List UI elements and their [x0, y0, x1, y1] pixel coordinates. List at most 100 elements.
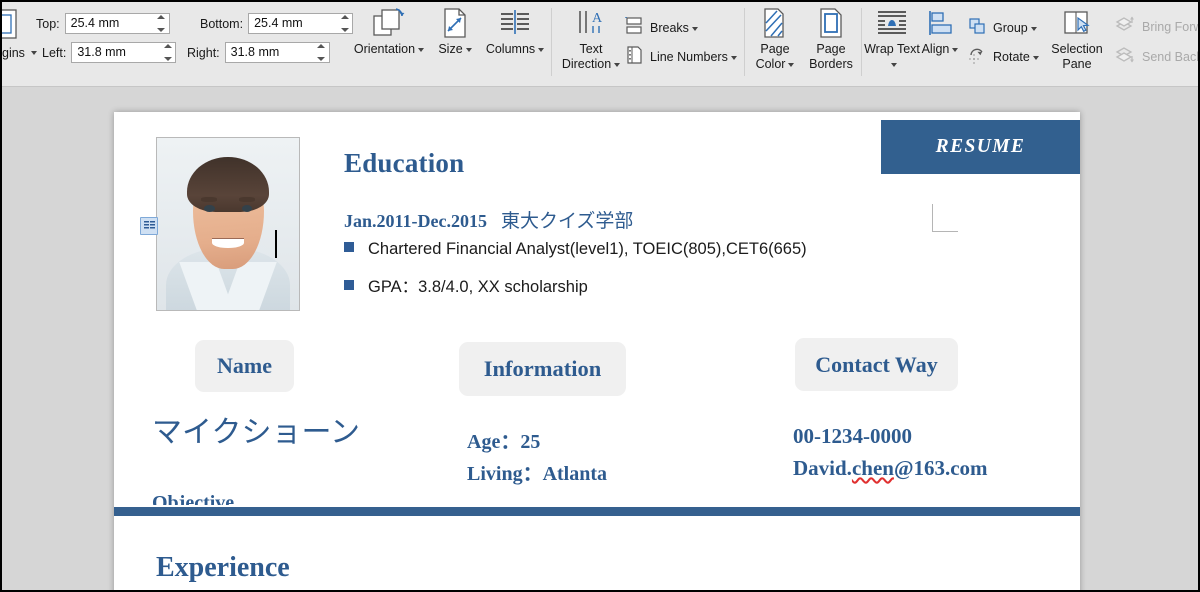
- layout-options-icon[interactable]: [140, 217, 158, 235]
- photo-mouth: [212, 237, 244, 249]
- email-misspelled-word: chen: [851, 456, 894, 480]
- right-margin-input[interactable]: 31.8 mm: [224, 42, 330, 63]
- chevron-down-icon: [730, 55, 737, 60]
- align-icon: [924, 6, 956, 40]
- rotate-button[interactable]: Rotate: [967, 45, 1039, 69]
- left-margin-stepper[interactable]: [162, 44, 173, 61]
- page-color-label: Page Color: [745, 42, 805, 72]
- send-backward-icon: [1114, 45, 1136, 70]
- send-backward-button[interactable]: Send Backw: [1114, 45, 1198, 70]
- name-section-header-label: Name: [217, 353, 272, 378]
- contact-email: David.chen@163.com: [793, 456, 988, 481]
- bottom-margin-stepper[interactable]: [339, 15, 350, 32]
- bottom-margin-value: 25.4 mm: [254, 16, 303, 30]
- margins-label-row[interactable]: gins: [2, 46, 37, 60]
- page-color-button[interactable]: Page Color: [747, 6, 803, 72]
- bottom-margin-label: Bottom:: [200, 16, 244, 31]
- contact-section-header-label: Contact Way: [815, 351, 938, 377]
- margins-button[interactable]: [2, 8, 22, 45]
- margins-label: gins: [2, 46, 25, 60]
- text-direction-label: Text Direction: [561, 42, 621, 72]
- photo-brow-left: [201, 197, 217, 202]
- columns-button[interactable]: Columns: [478, 6, 552, 57]
- right-margin-field[interactable]: Right: 31.8 mm: [187, 42, 330, 63]
- document-canvas[interactable]: RESUME Education Jan.2011-Dec.2015 東大クイズ学…: [2, 88, 1198, 590]
- chevron-down-icon: [1032, 55, 1039, 60]
- rotate-icon: [967, 45, 987, 70]
- stepper-up-icon[interactable]: [163, 44, 172, 48]
- columns-label: Columns: [486, 42, 545, 57]
- stepper-down-icon[interactable]: [157, 28, 166, 32]
- left-margin-value: 31.8 mm: [77, 45, 126, 59]
- left-margin-input[interactable]: 31.8 mm: [71, 42, 177, 63]
- chevron-down-icon: [538, 47, 545, 52]
- send-backward-label: Send Backw: [1142, 50, 1198, 64]
- svg-text:A: A: [592, 11, 603, 26]
- bottom-margin-input[interactable]: 25.4 mm: [248, 13, 354, 34]
- text-cursor: [275, 230, 277, 258]
- page-borders-button[interactable]: Page Borders: [802, 6, 860, 72]
- email-suffix: @163.com: [893, 456, 988, 480]
- chevron-down-icon: [465, 47, 472, 52]
- wrap-text-icon: [875, 6, 909, 40]
- margins-icon: [2, 9, 17, 39]
- chevron-down-icon: [614, 62, 621, 67]
- group-button[interactable]: Group: [967, 16, 1037, 40]
- bring-forward-button[interactable]: Bring Forwa: [1114, 15, 1198, 39]
- education-bullet-1: Chartered Financial Analyst(level1), TOE…: [344, 240, 807, 259]
- top-margin-input[interactable]: 25.4 mm: [64, 13, 170, 34]
- stepper-down-icon[interactable]: [317, 57, 326, 61]
- chevron-down-icon: [952, 47, 959, 52]
- profile-photo[interactable]: [156, 137, 300, 311]
- stepper-down-icon[interactable]: [163, 57, 172, 61]
- stepper-up-icon[interactable]: [340, 15, 349, 19]
- photo-background: [157, 138, 299, 310]
- photo-brow-right: [239, 197, 255, 202]
- document-page[interactable]: RESUME Education Jan.2011-Dec.2015 東大クイズ学…: [114, 112, 1080, 590]
- stepper-up-icon[interactable]: [317, 44, 326, 48]
- selection-pane-label: Selection Pane: [1051, 42, 1103, 71]
- photo-eye-right: [241, 205, 253, 212]
- align-button[interactable]: Align: [912, 6, 968, 57]
- size-button[interactable]: Size: [426, 6, 484, 57]
- information-section-header: Information: [459, 342, 626, 396]
- bottom-margin-field[interactable]: Bottom: 25.4 mm: [200, 13, 354, 34]
- selection-pane-button[interactable]: Selection Pane: [1042, 6, 1112, 72]
- chevron-down-icon: [1030, 26, 1037, 31]
- top-margin-label: Top:: [36, 16, 60, 31]
- breaks-icon: [624, 16, 644, 41]
- resume-banner-label: RESUME: [935, 136, 1026, 157]
- line-numbers-button[interactable]: Line Numbers: [624, 45, 737, 69]
- orientation-button[interactable]: Orientation: [352, 6, 426, 57]
- margin-corner-marker: [932, 204, 958, 232]
- right-margin-label: Right:: [187, 45, 220, 60]
- left-margin-label: Left:: [42, 45, 67, 60]
- right-margin-stepper[interactable]: [316, 44, 327, 61]
- breaks-button[interactable]: Breaks: [624, 16, 698, 40]
- education-heading: Education: [344, 148, 465, 178]
- word-window: gins Top: 25.4 mm Bottom: 25.4 mm Left: …: [0, 0, 1200, 592]
- breaks-label: Breaks: [650, 21, 698, 35]
- email-prefix: David.: [793, 456, 852, 480]
- stepper-down-icon[interactable]: [340, 28, 349, 32]
- columns-icon: [497, 6, 533, 40]
- resume-banner[interactable]: RESUME: [881, 120, 1080, 174]
- align-label: Align: [922, 42, 959, 57]
- top-margin-field[interactable]: Top: 25.4 mm: [36, 13, 170, 34]
- contact-phone: 00-1234-0000: [793, 424, 912, 448]
- ribbon-layout-tab: gins Top: 25.4 mm Bottom: 25.4 mm Left: …: [2, 2, 1198, 87]
- text-direction-button[interactable]: A Text Direction: [554, 6, 628, 72]
- objective-label: Objective: [152, 492, 235, 505]
- page-borders-label: Page Borders: [809, 42, 853, 71]
- bullet-square-icon: [344, 242, 354, 252]
- stepper-up-icon[interactable]: [157, 15, 166, 19]
- top-margin-stepper[interactable]: [156, 15, 167, 32]
- information-section-header-label: Information: [483, 356, 602, 381]
- chevron-down-icon: [788, 62, 795, 67]
- chevron-down-icon: [890, 62, 897, 67]
- chevron-down-icon: [418, 47, 425, 52]
- left-margin-field[interactable]: Left: 31.8 mm: [42, 42, 177, 63]
- name-value: マイクショーン: [152, 416, 360, 449]
- bring-forward-label: Bring Forwa: [1142, 20, 1198, 34]
- rotate-label: Rotate: [993, 50, 1039, 64]
